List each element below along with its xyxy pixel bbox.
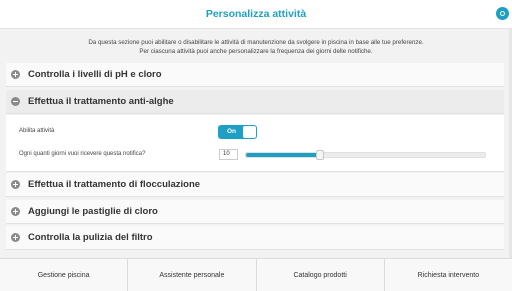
task-label: Effettua il trattamento anti-alghe <box>28 96 174 107</box>
task-row-anti-alghe[interactable]: Effettua il trattamento anti-alghe <box>6 90 504 114</box>
task-label: Controlla la pulizia del filtro <box>28 232 153 243</box>
task-row-flocculazione[interactable]: Effettua il trattamento di flocculazione <box>6 173 504 197</box>
intro-line-2: Per ciascuna attività puoi anche persona… <box>139 48 373 55</box>
slider-fill <box>246 153 321 157</box>
app-header: Personalizza attività <box>0 0 512 29</box>
expand-plus-icon <box>11 233 20 242</box>
task-row-ph-cloro[interactable]: Controlla i livelli di pH e cloro <box>6 63 504 87</box>
enable-activity-label: Abilita attività <box>19 128 55 134</box>
task-label: Aggiungi le pastiglie di cloro <box>28 206 158 217</box>
task-settings-panel: Abilita attività On Ogni quanti giorni v… <box>6 115 504 172</box>
task-label: Effettua il trattamento di flocculazione <box>28 179 201 190</box>
page-title: Personalizza attività <box>205 8 307 20</box>
tab-gestione-piscina[interactable]: Gestione piscina <box>0 259 129 291</box>
task-label: Controlla i livelli di pH e cloro <box>28 69 162 80</box>
toggle-knob <box>243 126 256 138</box>
expand-plus-icon <box>11 180 20 189</box>
collapse-minus-icon <box>11 97 20 106</box>
toggle-state-text: On <box>227 128 237 135</box>
task-row-pastiglie-cloro[interactable]: Aggiungi le pastiglie di cloro <box>6 200 504 224</box>
settings-icon[interactable] <box>496 7 509 20</box>
tab-assistente-personale[interactable]: Assistente personale <box>128 259 257 291</box>
frequency-slider[interactable] <box>245 150 486 160</box>
expand-plus-icon <box>11 207 20 216</box>
expand-plus-icon <box>11 70 20 79</box>
tab-richiesta-intervento[interactable]: Richiesta intervento <box>385 259 512 291</box>
tab-catalogo-prodotti[interactable]: Catalogo prodotti <box>257 259 385 291</box>
bottom-tab-bar: Gestione piscina Assistente personale Ca… <box>0 258 512 291</box>
intro-line-1: Da questa sezione puoi abilitare o disab… <box>88 39 424 46</box>
frequency-days-field[interactable]: 10 <box>219 149 238 160</box>
enable-activity-toggle[interactable]: On <box>218 125 257 139</box>
task-row-pulizia-filtro[interactable]: Controlla la pulizia del filtro <box>6 226 504 250</box>
slider-thumb[interactable] <box>316 150 325 160</box>
frequency-label: Ogni quanti giorni vuoi ricevere questa … <box>19 151 146 157</box>
intro-text: Da questa sezione puoi abilitare o disab… <box>0 38 512 56</box>
